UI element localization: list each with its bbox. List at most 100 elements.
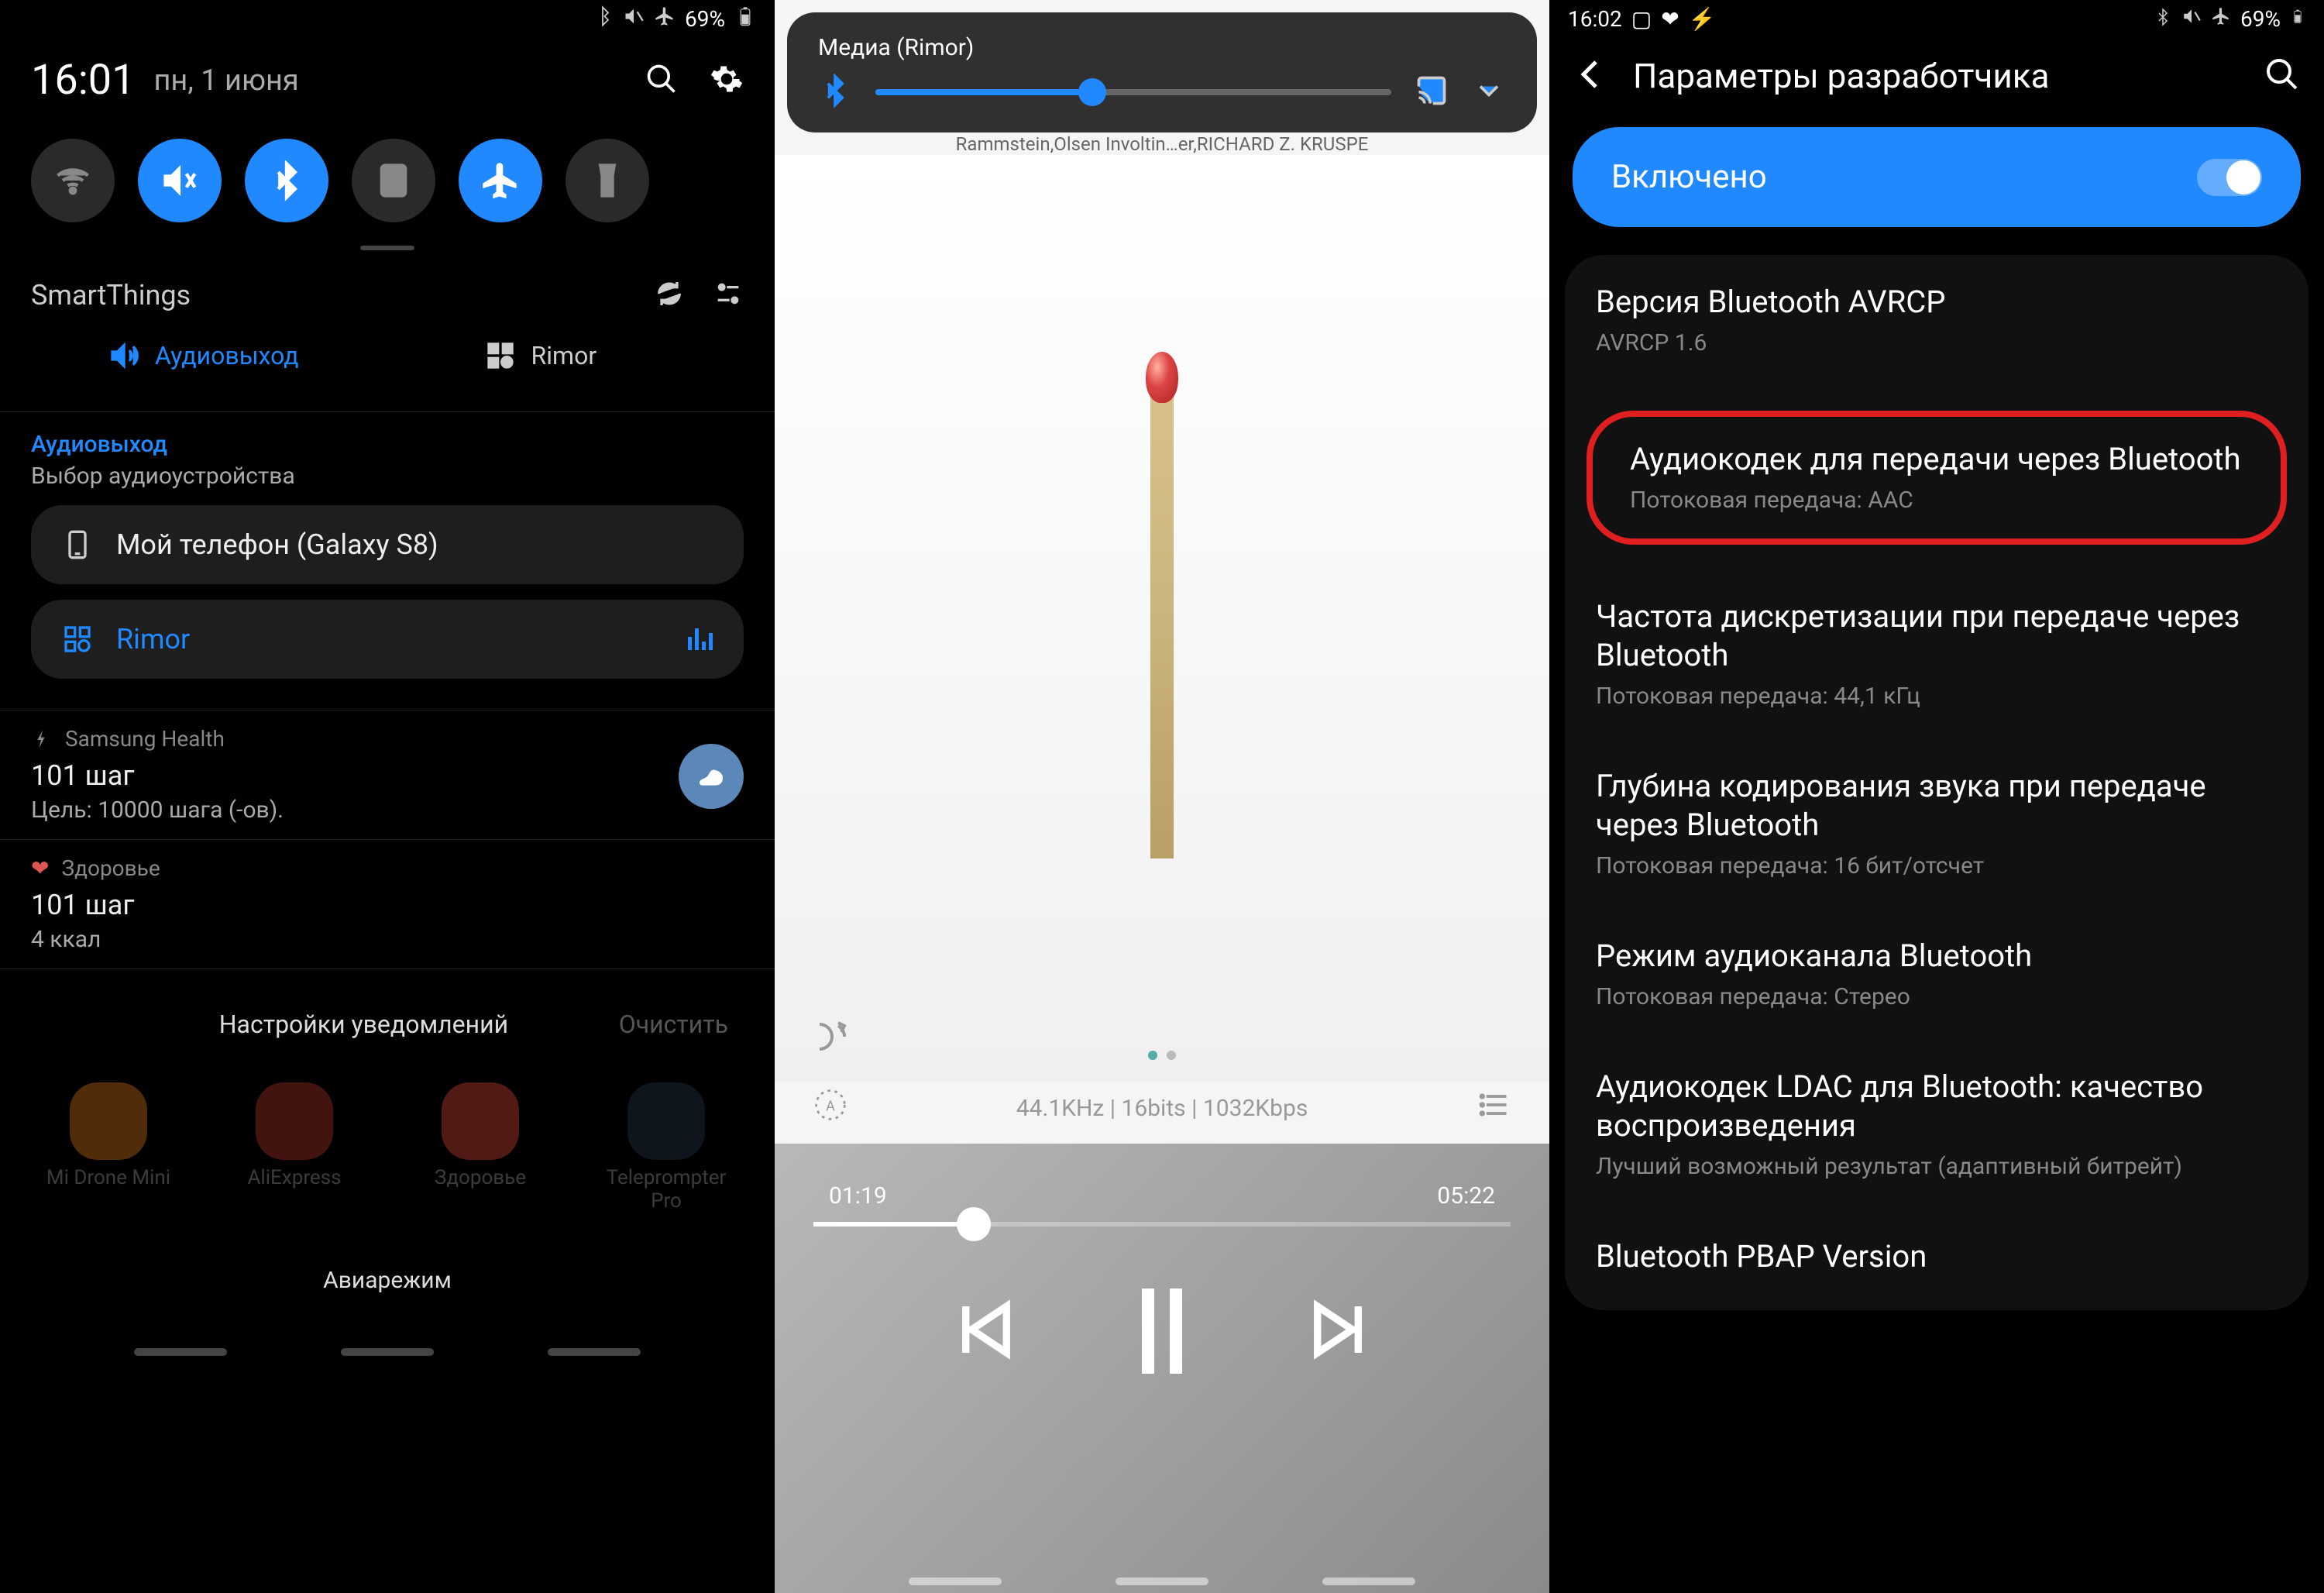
- time-row: 01:19 05:22: [813, 1182, 1511, 1222]
- notification-shade-panel: 69% 16:01 пн, 1 июня SmartThings: [0, 0, 775, 1593]
- total-duration: 05:22: [1437, 1182, 1495, 1209]
- smartthings-section: SmartThings Аудиовыход Rimor: [0, 263, 775, 411]
- samsung-health-notification[interactable]: Samsung Health 101 шаг Цель: 10000 шага …: [0, 710, 775, 839]
- chevron-down-icon[interactable]: [1472, 74, 1506, 111]
- search-icon[interactable]: [645, 62, 679, 99]
- shuffle-icon[interactable]: [813, 1018, 851, 1058]
- bolt-icon: ⚡: [1689, 6, 1716, 32]
- nav-bar[interactable]: [775, 1562, 1549, 1593]
- rimor-label: Rimor: [531, 341, 597, 370]
- mute-icon: [2181, 6, 2202, 32]
- nav-bar[interactable]: [0, 1333, 775, 1364]
- battery-pct: 69%: [2240, 6, 2281, 32]
- app-health: Здоровье: [411, 1082, 550, 1213]
- health-notification[interactable]: ❤ Здоровье 101 шаг 4 ккал: [0, 839, 775, 969]
- notif-app-label: Samsung Health: [31, 726, 744, 752]
- app-mi-drone: Mi Drone Mini: [39, 1082, 178, 1213]
- svg-text:A: A: [826, 1098, 835, 1114]
- airplane-toggle[interactable]: [459, 139, 542, 222]
- settings-gear-icon[interactable]: [710, 62, 744, 99]
- mute-icon: [623, 5, 645, 33]
- shoe-icon: [679, 744, 744, 809]
- device-rimor[interactable]: Rimor: [31, 600, 744, 679]
- audio-format-text: 44.1KHz | 16bits | 1032Kbps: [847, 1095, 1477, 1122]
- battery-icon: [2290, 5, 2305, 33]
- shade-header: 16:01 пн, 1 июня: [0, 37, 775, 123]
- app-teleprompter: Teleprompter Pro: [596, 1082, 736, 1213]
- airplane-icon: [654, 5, 676, 33]
- date-label[interactable]: пн, 1 июня: [153, 64, 298, 98]
- setting-bit-depth[interactable]: Глубина кодирования звука при передаче ч…: [1565, 739, 2309, 909]
- steps-count-2: 101 шаг: [31, 889, 744, 921]
- audio-output-item[interactable]: Аудиовыход: [108, 340, 299, 371]
- media-label: Медиа (Rimor): [818, 34, 1506, 61]
- pause-button[interactable]: [1142, 1289, 1182, 1374]
- device-phone[interactable]: Мой телефон (Galaxy S8): [31, 505, 744, 584]
- status-bar: 69%: [0, 0, 775, 37]
- calories: 4 ккал: [31, 926, 744, 953]
- audio-section-subtitle: Выбор аудиоустройства: [31, 463, 744, 490]
- battery-icon: [734, 5, 756, 33]
- cast-icon[interactable]: [1415, 74, 1449, 111]
- audio-output-section: Аудиовыход Выбор аудиоустройства Мой тел…: [0, 425, 775, 710]
- background-apps: Mi Drone Mini AliExpress Здоровье Telepr…: [0, 1067, 775, 1244]
- player-controls: 01:19 05:22: [775, 1144, 1549, 1593]
- bluetooth-toggle[interactable]: [245, 139, 328, 222]
- filter-icon[interactable]: [713, 278, 744, 312]
- search-icon[interactable]: [2264, 56, 2301, 96]
- battery-pct: 69%: [685, 6, 725, 32]
- page-title: Параметры разработчика: [1633, 56, 2240, 96]
- drag-handle[interactable]: [360, 246, 414, 250]
- equalizer-icon: [688, 628, 713, 650]
- previous-track-button[interactable]: [951, 1295, 1021, 1368]
- airplane-icon: [2211, 6, 2231, 32]
- media-volume-bar: Медиа (Rimor): [787, 12, 1537, 132]
- setting-avrcp[interactable]: Версия Bluetooth AVRCP AVRCP 1.6: [1565, 255, 2309, 386]
- flashlight-toggle[interactable]: [566, 139, 649, 222]
- bluetooth-audio-icon: [818, 74, 852, 111]
- playlist-icon[interactable]: [1477, 1088, 1511, 1128]
- setting-audio-codec[interactable]: Аудиокодек для передачи через Bluetooth …: [1565, 386, 2309, 569]
- volume-slider[interactable]: [875, 89, 1391, 95]
- audio-output-label: Аудиовыход: [155, 341, 299, 370]
- data-saver-toggle[interactable]: [352, 139, 435, 222]
- audio-format-row: A 44.1KHz | 16bits | 1032Kbps: [775, 1088, 1549, 1128]
- clock-time: 16:02: [1568, 6, 1622, 32]
- setting-sample-rate[interactable]: Частота дискретизации при передаче через…: [1565, 569, 2309, 739]
- elapsed-time: 01:19: [829, 1182, 887, 1209]
- device-rimor-label: Rimor: [116, 623, 190, 655]
- album-art[interactable]: [775, 155, 1549, 1082]
- audio-section-title: Аудиовыход: [31, 431, 744, 458]
- seek-bar[interactable]: [813, 1222, 1511, 1227]
- auto-mode-icon[interactable]: A: [813, 1088, 847, 1128]
- wifi-toggle[interactable]: [31, 139, 115, 222]
- refresh-icon[interactable]: [654, 278, 685, 312]
- notification-settings-button[interactable]: Настройки уведомлений: [219, 1010, 508, 1039]
- toggle-switch[interactable]: [2197, 159, 2262, 196]
- next-track-button[interactable]: [1303, 1295, 1373, 1368]
- clock-time[interactable]: 16:01: [31, 56, 135, 105]
- bluetooth-icon: [592, 5, 614, 33]
- setting-ldac[interactable]: Аудиокодек LDAC для Bluetooth: качество …: [1565, 1040, 2309, 1209]
- smartthings-items: Аудиовыход Rimor: [31, 328, 744, 396]
- heart-icon: ❤: [1661, 6, 1679, 32]
- clear-button[interactable]: Очистить: [619, 1010, 728, 1039]
- settings-header: Параметры разработчика: [1549, 37, 2324, 127]
- setting-channel-mode[interactable]: Режим аудиоканала Bluetooth Потоковая пе…: [1565, 909, 2309, 1040]
- back-button[interactable]: [1573, 56, 1610, 96]
- smartthings-title[interactable]: SmartThings: [31, 279, 191, 311]
- bluetooth-icon: [2154, 6, 2172, 32]
- matchstick-image: [1150, 378, 1174, 858]
- setting-pbap[interactable]: Bluetooth PBAP Version: [1565, 1209, 2309, 1310]
- page-dots: [1148, 1051, 1176, 1060]
- divider: [0, 411, 775, 412]
- track-artists[interactable]: Rammstein,Olsen Involtin…er,RICHARD Z. K…: [775, 133, 1549, 155]
- music-player-panel: Медиа (Rimor) Rammstein,Olsen Involtin…e…: [775, 0, 1549, 1593]
- mute-toggle[interactable]: [138, 139, 222, 222]
- gallery-icon: ▢: [1631, 6, 1652, 32]
- steps-goal: Цель: 10000 шага (-ов).: [31, 796, 679, 824]
- rimor-device-item[interactable]: Rimor: [485, 340, 597, 371]
- app-aliexpress: AliExpress: [225, 1082, 364, 1213]
- enabled-toggle-row[interactable]: Включено: [1573, 127, 2301, 227]
- highlight-annotation: Аудиокодек для передачи через Bluetooth …: [1587, 411, 2287, 545]
